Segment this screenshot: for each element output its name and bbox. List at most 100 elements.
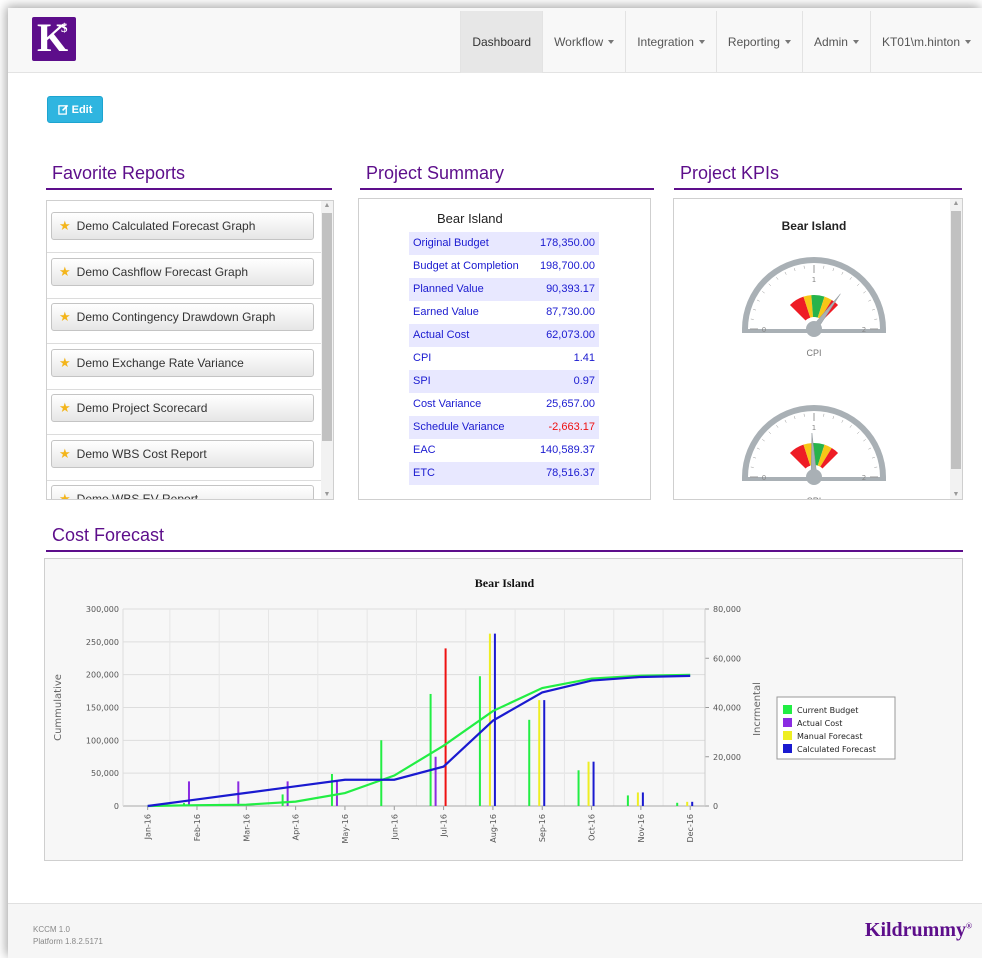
summary-row: Budget at Completion 198,700.00 xyxy=(409,255,599,278)
list-divider xyxy=(47,434,321,435)
legend-swatch xyxy=(783,718,792,727)
summary-table: Bear Island Original Budget 178,350.00 Bud… xyxy=(409,206,599,485)
bar-calculated-forecast xyxy=(691,801,694,806)
favorite-report-button[interactable]: ★ Demo WBS EV Report xyxy=(51,485,314,499)
nav-item-label: Integration xyxy=(637,35,694,49)
bar-manual-forecast xyxy=(538,700,541,806)
platform-label: Platform 1.8.2.5171 xyxy=(33,937,103,946)
y-tick-label: 250,000 xyxy=(86,638,119,647)
list-divider xyxy=(47,343,321,344)
edit-icon xyxy=(57,104,68,115)
line-cumulative-calculated-forecast xyxy=(147,674,691,808)
nav-item-dashboard[interactable]: Dashboard xyxy=(460,11,543,73)
star-icon: ★ xyxy=(59,445,71,461)
summary-label: Cost Variance xyxy=(413,398,482,410)
y-tick-label: 50,000 xyxy=(91,769,119,778)
summary-row: SPI 0.97 xyxy=(409,370,599,393)
caret-down-icon xyxy=(608,40,615,44)
y2-tick-label: 40,000 xyxy=(713,704,741,713)
summary-row: Actual Cost 62,073.00 xyxy=(409,324,599,347)
bar-manual-forecast xyxy=(587,761,590,806)
summary-row: Schedule Variance -2,663.17 xyxy=(409,416,599,439)
summary-label: Original Budget xyxy=(413,237,489,249)
y2-axis-label: Incrmental xyxy=(752,682,763,736)
bar-current-budget xyxy=(281,794,284,806)
gauge-tick-label: 2 xyxy=(862,326,866,334)
gauge-tick-label: 2 xyxy=(862,474,866,482)
y-tick-label: 150,000 xyxy=(86,704,119,713)
favorite-report-button[interactable]: ★ Demo Exchange Rate Variance xyxy=(51,348,314,377)
favorite-report-button[interactable]: ★ Demo Calculated Forecast Graph xyxy=(51,212,314,240)
bar-current-budget xyxy=(429,693,432,806)
legend-item: Actual Cost xyxy=(797,719,842,728)
project-summary-title: Project Summary xyxy=(360,160,654,190)
gauge-label: CPI xyxy=(806,348,822,358)
favorite-report-label: Demo Cashflow Forecast Graph xyxy=(76,264,249,279)
x-tick-label: Apr-16 xyxy=(292,814,301,840)
favorite-report-button[interactable]: ★ Demo Project Scorecard xyxy=(51,394,314,422)
caret-down-icon xyxy=(784,40,791,44)
scroll-up-icon[interactable]: ▲ xyxy=(950,200,962,207)
scrollbar-thumb[interactable] xyxy=(951,211,961,469)
kpi-scrollbar[interactable]: ▲ ▼ xyxy=(950,199,962,499)
list-divider xyxy=(47,252,321,253)
brand-name: Kildrummy xyxy=(864,919,967,941)
scroll-down-icon[interactable]: ▼ xyxy=(321,491,333,498)
legend-item: Calculated Forecast xyxy=(797,745,876,754)
bar-current-budget xyxy=(528,719,531,806)
summary-row: ETC 78,516.37 xyxy=(409,462,599,485)
summary-label: ETC xyxy=(413,467,435,479)
scroll-down-icon[interactable]: ▼ xyxy=(950,491,962,498)
summary-value: 62,073.00 xyxy=(546,329,595,341)
summary-label: CPI xyxy=(413,352,432,364)
y-tick-label: 200,000 xyxy=(86,671,119,680)
summary-value: 178,350.00 xyxy=(539,237,595,249)
bar-calculated-forecast xyxy=(543,700,546,806)
gauge-cpi: 0 1 2 xyxy=(742,257,886,337)
y2-tick-label: 0 xyxy=(713,802,718,811)
edit-button[interactable]: Edit xyxy=(47,96,103,123)
nav-item-label: Admin xyxy=(813,35,848,49)
bar-calculated-forecast xyxy=(592,761,595,806)
summary-label: EAC xyxy=(413,444,436,456)
summary-label: Planned Value xyxy=(413,283,484,295)
app-logo[interactable]: K $ xyxy=(32,16,76,61)
favorite-report-button[interactable]: ★ Demo Cashflow Forecast Graph xyxy=(51,257,314,286)
x-tick-label: Sep-16 xyxy=(538,814,547,842)
summary-row: Original Budget 178,350.00 xyxy=(409,232,599,255)
gauge-hub xyxy=(806,469,822,485)
scrollbar-thumb[interactable] xyxy=(322,213,332,441)
project-kpis-panel: Bear Island 0 1 2 CPI 0 1 2 SPI ▲ ▼ xyxy=(673,198,963,500)
chart-svg: 0 50,000 100,000 150,000 200,000 250,000 300,0… xyxy=(53,605,896,843)
favorite-report-button[interactable]: ★ Demo WBS Cost Report xyxy=(51,439,314,468)
kpi-project-name: Bear Island xyxy=(781,219,847,233)
list-divider xyxy=(47,297,321,299)
star-icon: ★ xyxy=(59,309,71,324)
favorite-reports-scrollbar[interactable]: ▲ ▼ xyxy=(321,201,333,499)
nav-item-kt01-m-hinton[interactable]: KT01\m.hinton xyxy=(869,11,982,73)
nav-item-reporting[interactable]: Reporting xyxy=(715,11,802,73)
scroll-up-icon[interactable]: ▲ xyxy=(321,202,333,209)
x-tick-label: Mar-16 xyxy=(242,814,251,842)
summary-value: 87,730.00 xyxy=(546,306,595,318)
bar-current-budget xyxy=(577,770,580,806)
nav-item-label: Workflow xyxy=(554,35,604,49)
cost-forecast-chart: Bear Island 0 50,000 100,000 150,000 200,000… xyxy=(44,558,963,861)
nav-item-label: KT01\m.hinton xyxy=(881,35,960,49)
nav-item-integration[interactable]: Integration xyxy=(625,11,716,73)
star-icon: ★ xyxy=(59,354,71,370)
summary-label: SPI xyxy=(413,375,431,387)
project-kpis-title: Project KPIs xyxy=(674,160,962,190)
bar-current-budget xyxy=(380,740,383,806)
bar-manual-forecast xyxy=(686,801,689,806)
summary-value: 1.41 xyxy=(573,352,595,364)
nav-item-admin[interactable]: Admin xyxy=(801,11,870,73)
caret-down-icon xyxy=(852,40,859,44)
list-divider xyxy=(47,388,321,390)
favorite-report-button[interactable]: ★ Demo Contingency Drawdown Graph xyxy=(51,303,314,331)
y2-tick-label: 80,000 xyxy=(713,605,741,614)
bar-current-budget xyxy=(330,773,333,806)
bar-calculated-forecast xyxy=(641,792,644,806)
nav-item-workflow[interactable]: Workflow xyxy=(542,11,625,73)
nav-item-label: Dashboard xyxy=(472,35,532,49)
